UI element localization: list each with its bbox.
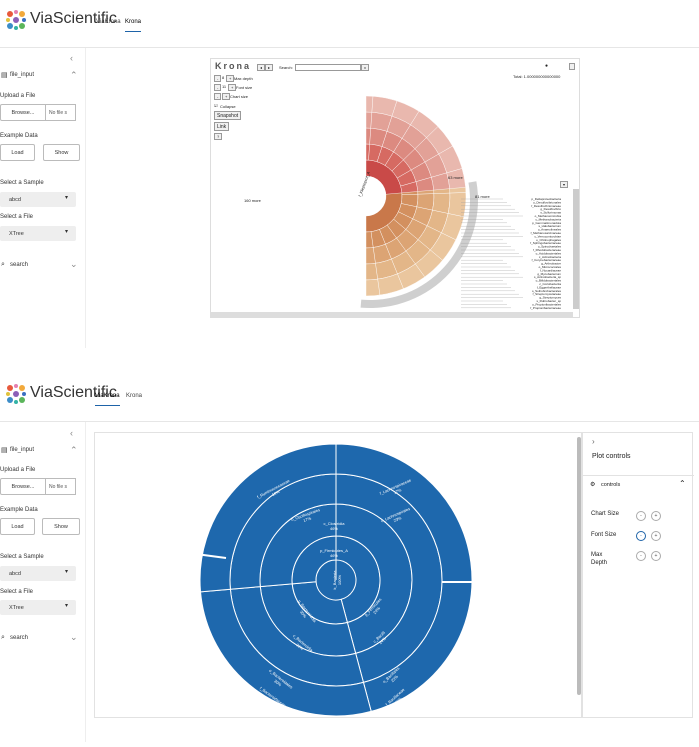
upload-label: Upload a File bbox=[0, 467, 36, 473]
sunburst-percent: 46% bbox=[330, 526, 338, 531]
gear-icon: ⚙ bbox=[590, 482, 596, 488]
viascientific-logo-icon bbox=[6, 384, 26, 404]
caret-down-icon: ▾ bbox=[64, 229, 68, 235]
viascientific-logo-icon bbox=[6, 10, 26, 30]
krona-left-more: 160 more bbox=[244, 198, 262, 203]
example-data-label: Example Data bbox=[0, 133, 38, 139]
caret-down-icon: ▾ bbox=[64, 603, 68, 609]
chart-size-minus[interactable]: - bbox=[636, 511, 646, 521]
sunburst-percent: 46% bbox=[330, 553, 338, 558]
search-section[interactable]: search bbox=[10, 635, 28, 641]
chevron-up-icon[interactable]: ⌃ bbox=[70, 445, 78, 456]
krona-divider bbox=[331, 229, 354, 291]
caret-down-icon: ▾ bbox=[64, 195, 68, 201]
sample-label: Select a Sample bbox=[0, 554, 44, 560]
chevron-up-icon[interactable]: ⌃ bbox=[679, 479, 686, 488]
collapse-sidebar-button[interactable]: ‹ bbox=[70, 53, 73, 63]
sample-select[interactable]: abcd ▾ bbox=[0, 192, 76, 207]
collapse-sidebar-button[interactable]: ‹ bbox=[70, 428, 73, 438]
chart-size-label: Chart Size bbox=[591, 511, 620, 517]
tab-viakrona[interactable]: ViaKrona bbox=[95, 393, 120, 406]
show-button[interactable]: Show bbox=[42, 518, 80, 535]
load-button[interactable]: Load bbox=[0, 518, 35, 535]
krona-divider bbox=[268, 171, 332, 188]
search-icon: ⌕ bbox=[1, 634, 5, 641]
file-icon: ▤ bbox=[1, 447, 8, 454]
sample-label: Select a Sample bbox=[0, 180, 44, 186]
sidebar: ‹ ▤ file_input ⌃ Upload a File Browse...… bbox=[0, 48, 86, 348]
browse-button[interactable]: Browse... bbox=[0, 478, 46, 495]
krona-divider bbox=[291, 219, 340, 264]
sample-value: abcd bbox=[9, 196, 21, 203]
file-input-section[interactable]: file_input bbox=[10, 72, 34, 78]
chart-size-plus[interactable]: + bbox=[651, 511, 661, 521]
top-navbar: ViaScientific ViaKrona Krona bbox=[0, 0, 699, 48]
viakrona-plot-area: f_Ruminococcaceae 18% f_Lachnospiraceae 17%… bbox=[94, 432, 582, 718]
viakrona-app: ViaScientific ViaKrona Krona ‹ ▤ file_in… bbox=[0, 374, 699, 747]
chevron-up-icon[interactable]: ⌃ bbox=[70, 70, 78, 81]
search-icon: ⌕ bbox=[1, 261, 5, 268]
tab-viakrona[interactable]: ViaKrona bbox=[96, 19, 121, 31]
caret-down-icon: ▾ bbox=[64, 569, 68, 575]
krona-scrollbar[interactable] bbox=[573, 189, 579, 309]
file-value: XTree bbox=[9, 604, 24, 611]
font-size-label: Font Size bbox=[591, 532, 617, 538]
krona-divider bbox=[348, 97, 360, 161]
krona-top-more: 63 more bbox=[448, 175, 463, 180]
plot-controls-title: Plot controls bbox=[592, 453, 631, 460]
file-name-field[interactable]: No file s bbox=[45, 478, 76, 495]
krona-app: ViaScientific ViaKrona Krona ‹ ▤ file_in… bbox=[0, 0, 699, 350]
file-name-field[interactable]: No file s bbox=[45, 104, 76, 121]
max-depth-label-2: Depth bbox=[591, 560, 608, 566]
chevron-right-icon[interactable]: › bbox=[592, 437, 595, 446]
krona-list-label[interactable]: f_Propionibacteriaceae bbox=[530, 306, 561, 310]
krona-divider bbox=[309, 225, 347, 280]
krona-hscrollbar[interactable] bbox=[211, 312, 573, 317]
file-label: Select a File bbox=[0, 589, 34, 595]
example-data-label: Example Data bbox=[0, 507, 38, 513]
divider bbox=[583, 475, 694, 476]
max-depth-minus[interactable]: - bbox=[636, 551, 646, 561]
tab-krona[interactable]: Krona bbox=[125, 19, 142, 32]
file-value: XTree bbox=[9, 230, 24, 237]
file-select[interactable]: XTree ▾ bbox=[0, 600, 76, 615]
chevron-down-icon[interactable]: ⌄ bbox=[70, 259, 78, 270]
search-section[interactable]: search bbox=[10, 262, 28, 268]
max-depth-label-1: Max bbox=[591, 552, 603, 558]
show-button[interactable]: Show bbox=[43, 144, 80, 161]
viakrona-sunburst: f_Ruminococcaceae18% f_Lachnospiraceae17%… bbox=[195, 443, 476, 717]
browse-button[interactable]: Browse... bbox=[0, 104, 46, 121]
font-size-plus[interactable]: + bbox=[651, 531, 661, 541]
krona-frame: Krona ◂ ▸ Search: x - 8 + Max depth - 11… bbox=[210, 58, 580, 318]
controls-section[interactable]: controls bbox=[601, 482, 620, 488]
file-label: Select a File bbox=[0, 214, 34, 220]
load-button[interactable]: Load bbox=[0, 144, 35, 161]
plot-controls-panel: › Plot controls ⚙ controls ⌃ Chart Size … bbox=[582, 432, 694, 718]
krona-divider bbox=[268, 204, 332, 221]
font-size-minus[interactable]: - bbox=[636, 531, 646, 541]
krona-sunburst: f_Kleptoprot_A 160 more 81 more 63 more … bbox=[244, 95, 561, 310]
sunburst-percent: 100% bbox=[337, 574, 342, 585]
file-input-section[interactable]: file_input bbox=[10, 447, 34, 453]
file-select[interactable]: XTree ▾ bbox=[0, 226, 76, 241]
sidebar: ‹ ▤ file_input ⌃ Upload a File Browse...… bbox=[0, 422, 86, 742]
chevron-down-icon[interactable]: ⌄ bbox=[70, 632, 78, 643]
upload-label: Upload a File bbox=[0, 93, 36, 99]
krona-divider bbox=[277, 212, 335, 244]
top-navbar: ViaScientific ViaKrona Krona bbox=[0, 374, 699, 422]
krona-right-more: 81 more bbox=[475, 194, 490, 199]
plot-scrollbar[interactable] bbox=[577, 437, 581, 695]
krona-divider bbox=[355, 231, 363, 296]
max-depth-plus[interactable]: + bbox=[651, 551, 661, 561]
file-icon: ▤ bbox=[1, 72, 8, 79]
tab-krona[interactable]: Krona bbox=[126, 393, 142, 405]
sample-value: abcd bbox=[9, 570, 21, 577]
sample-select[interactable]: abcd ▾ bbox=[0, 566, 76, 581]
